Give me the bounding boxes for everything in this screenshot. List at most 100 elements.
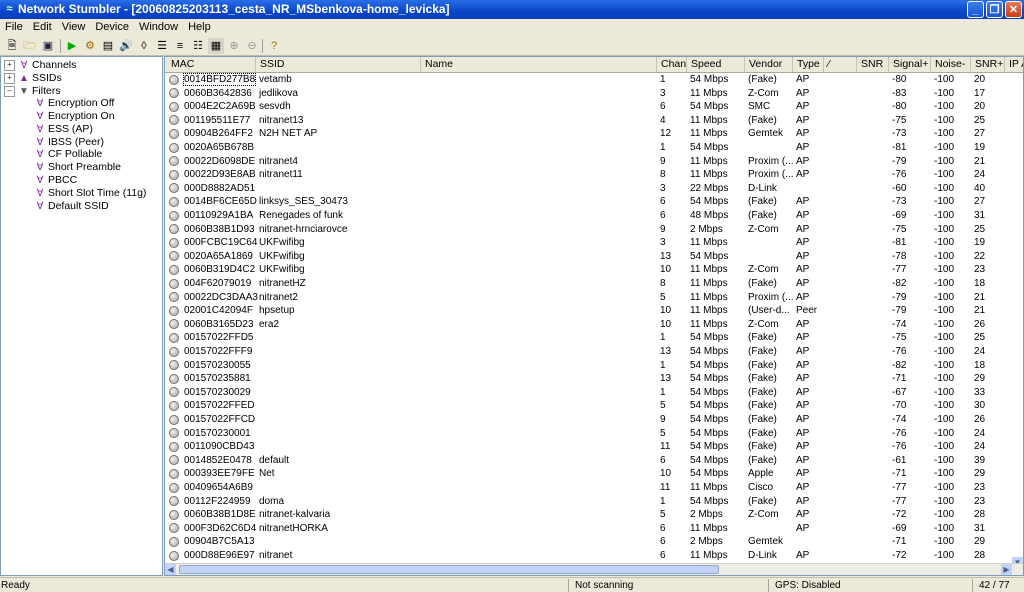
table-row[interactable]: 004F62079019 nitranetHZ 8 11 Mbps (Fake) AP -8… xyxy=(165,277,1023,291)
sound-icon[interactable]: 🔊 xyxy=(118,38,134,54)
table-row[interactable]: 000F3D62C6D4 nitranetHORKA 6 11 Mbps AP -69 -1… xyxy=(165,522,1023,536)
play-icon[interactable]: ▶ xyxy=(64,38,80,54)
table-row[interactable]: 000D8882AD51 3 22 Mbps D-Link -60 -100 40 xyxy=(165,182,1023,196)
table-row[interactable]: 00904B264FF2 N2H NET AP 12 11 Mbps Gemtek AP -… xyxy=(165,127,1023,141)
column-header-ipaddr[interactable]: IP Addr xyxy=(1005,57,1023,72)
column-header-noise[interactable]: Noise- xyxy=(931,57,971,72)
open-folder-icon[interactable]: 🗁 xyxy=(22,38,38,54)
column-header-vendor[interactable]: Vendor xyxy=(745,57,793,72)
table-row[interactable]: 0014852E0478 default 6 54 Mbps (Fake) AP -61 -1… xyxy=(165,454,1023,468)
table-row[interactable]: 00157022FFCD 9 54 Mbps (Fake) AP -74 -100 26 xyxy=(165,413,1023,427)
zoom-in-icon[interactable]: ⊕ xyxy=(226,38,242,54)
table-row[interactable]: 00022D93E8AB nitranet11 8 11 Mbps Proxim (..… xyxy=(165,168,1023,182)
table-row[interactable]: 0014BF6CE65D linksys_SES_30473 6 54 Mbps (Fa… xyxy=(165,195,1023,209)
table-row[interactable]: 00112F224959 doma 1 54 Mbps (Fake) AP -77 -100 2… xyxy=(165,495,1023,509)
table-row[interactable]: 001570230055 1 54 Mbps (Fake) AP -82 -100 18 xyxy=(165,359,1023,373)
table-row[interactable]: 00110929A1BA Renegades of funk 6 48 Mbps (Fa… xyxy=(165,209,1023,223)
scroll-left-arrow-icon[interactable]: ◀ xyxy=(165,564,176,575)
minimize-button[interactable]: _ xyxy=(967,1,984,18)
table-row[interactable]: 000393EE79FE Net 10 54 Mbps Apple AP -71 -100 29 xyxy=(165,467,1023,481)
table-row[interactable]: 00157022FFD5 1 54 Mbps (Fake) AP -75 -100 25 xyxy=(165,331,1023,345)
tree-expand-icon[interactable]: ≡ xyxy=(172,38,188,54)
column-header-mac[interactable]: MAC xyxy=(165,57,256,72)
tree-node-ssids[interactable]: + ▲ SSIDs xyxy=(4,72,62,85)
column-header-signal[interactable]: Signal+ xyxy=(889,57,931,72)
cell-ssid: era2 xyxy=(259,318,280,330)
menu-edit[interactable]: Edit xyxy=(28,19,57,36)
list-view-icon[interactable]: ☷ xyxy=(190,38,206,54)
cell-type: AP xyxy=(796,522,810,534)
table-row[interactable]: 02001C42094F hpsetup 10 11 Mbps (User-d... Pe… xyxy=(165,304,1023,318)
column-header-speed[interactable]: Speed xyxy=(687,57,745,72)
column-header-chan[interactable]: Chan xyxy=(657,57,687,72)
antenna-icon: ∀ xyxy=(36,124,44,135)
auto-config-icon[interactable]: ⚙ xyxy=(82,38,98,54)
filter-short-slot-time[interactable]: ∀ Short Slot Time (11g) xyxy=(34,187,147,200)
table-row[interactable]: 00022D6098DE nitranet4 9 11 Mbps Proxim (...… xyxy=(165,155,1023,169)
list-header: MAC SSID Name Chan Speed Vendor Type ⁄ SNR Signal… xyxy=(165,57,1023,73)
cell-chan: 13 xyxy=(660,250,672,262)
table-row[interactable]: 0020A65A1869 UKFwifibg 13 54 Mbps AP -78 -100 2… xyxy=(165,250,1023,264)
tree-node-channels[interactable]: + ∀ Channels xyxy=(4,59,76,72)
table-row[interactable]: 0060B3642836 jedlikova 3 11 Mbps Z-Com AP -83 -… xyxy=(165,87,1023,101)
table-row[interactable]: 0004E2C2A69B sesvdh 6 54 Mbps SMC AP -80 -100 20 xyxy=(165,100,1023,114)
new-file-icon[interactable]: 🗎 xyxy=(4,38,20,54)
restore-button[interactable]: ❐ xyxy=(986,1,1003,18)
zoom-out-icon[interactable]: ⊖ xyxy=(244,38,260,54)
menu-window[interactable]: Window xyxy=(134,19,183,36)
menu-help[interactable]: Help xyxy=(183,19,216,36)
table-row[interactable]: 0011090CBD43 11 54 Mbps (Fake) AP -76 -100 24 xyxy=(165,440,1023,454)
filter-encryption-on[interactable]: ∀ Encryption On xyxy=(34,110,115,123)
table-row[interactable]: 001195511E77 nitranet13 4 11 Mbps (Fake) AP -7… xyxy=(165,114,1023,128)
table-row[interactable]: 00409654A6B9 11 11 Mbps Cisco AP -77 -100 23 xyxy=(165,481,1023,495)
table-row[interactable]: 00904B7C5A13 6 2 Mbps Gemtek -71 -100 29 xyxy=(165,535,1023,549)
table-row[interactable]: 000FCBC19C64 UKFwifibg 3 11 Mbps AP -81 -100 19 xyxy=(165,236,1023,250)
table-row[interactable]: 0060B319D4C2 UKFwifibg 10 11 Mbps Z-Com AP -77… xyxy=(165,263,1023,277)
table-row[interactable]: 00022DC3DAA3 nitranet2 5 11 Mbps Proxim (...… xyxy=(165,291,1023,305)
table-row[interactable]: 001570230001 5 54 Mbps (Fake) AP -76 -100 24 xyxy=(165,427,1023,441)
filter-default-ssid[interactable]: ∀ Default SSID xyxy=(34,200,109,213)
column-header-snr[interactable]: SNR xyxy=(857,57,889,72)
table-row[interactable]: 0060B3165D23 era2 10 11 Mbps Z-Com AP -74 -100 2… xyxy=(165,318,1023,332)
horizontal-scrollbar[interactable]: ◀ ▶ xyxy=(165,563,1023,575)
tree-view-icon[interactable]: ☰ xyxy=(154,38,170,54)
table-row[interactable]: 0020A65B678B 1 54 Mbps AP -81 -100 19 xyxy=(165,141,1023,155)
help-icon[interactable]: ? xyxy=(266,38,282,54)
filter-ess-ap[interactable]: ∀ ESS (AP) xyxy=(34,123,93,136)
scroll-right-arrow-icon[interactable]: ▶ xyxy=(1001,564,1012,575)
save-icon[interactable]: ▣ xyxy=(40,38,56,54)
table-row[interactable]: 000D88E96E97 nitranet 6 11 Mbps D-Link AP -72 -… xyxy=(165,549,1023,563)
menu-device[interactable]: Device xyxy=(90,19,134,36)
table-row[interactable]: 00157022FFF9 13 54 Mbps (Fake) AP -76 -100 24 xyxy=(165,345,1023,359)
collapse-minus-icon[interactable]: – xyxy=(4,85,15,97)
scan-options-icon[interactable]: ▤ xyxy=(100,38,116,54)
signal-status-icon xyxy=(169,101,179,112)
column-header-ssid[interactable]: SSID xyxy=(256,57,421,72)
cell-chan: 11 xyxy=(660,482,671,493)
cell-snrplus: 25 xyxy=(974,223,986,235)
filter-short-preamble[interactable]: ∀ Short Preamble xyxy=(34,161,121,174)
expand-plus-icon[interactable]: + xyxy=(4,59,15,71)
expand-plus-icon[interactable]: + xyxy=(4,72,15,84)
filter-cf-pollable[interactable]: ∀ CF Pollable xyxy=(34,148,103,161)
table-row[interactable]: 00157022FFED 5 54 Mbps (Fake) AP -70 -100 30 xyxy=(165,399,1023,413)
column-header-sort[interactable]: ⁄ xyxy=(824,57,857,72)
grid-view-icon[interactable]: ▦ xyxy=(208,38,224,54)
table-row[interactable]: 0060B38B1D8E nitranet-kalvaria 5 2 Mbps Z-Co… xyxy=(165,508,1023,522)
menu-view[interactable]: View xyxy=(57,19,91,36)
column-header-name[interactable]: Name xyxy=(421,57,657,72)
table-row[interactable]: 001570230029 1 54 Mbps (Fake) AP -67 -100 33 xyxy=(165,386,1023,400)
filter-encryption-off[interactable]: ∀ Encryption Off xyxy=(34,97,115,110)
horizontal-scroll-thumb[interactable] xyxy=(179,565,719,574)
table-row[interactable]: 0014BFD277B8 vetamb 1 54 Mbps (Fake) AP -80 -10… xyxy=(165,73,1023,87)
table-row[interactable]: 001570235881 13 54 Mbps (Fake) AP -71 -100 29 xyxy=(165,372,1023,386)
column-header-type[interactable]: Type xyxy=(793,57,824,72)
network-stumbler-app-icon[interactable]: ≈ xyxy=(3,3,16,16)
close-button[interactable]: ✕ xyxy=(1005,1,1022,18)
filter-pbcc[interactable]: ∀ PBCC xyxy=(34,174,78,187)
sound-off-icon[interactable]: ◊ xyxy=(136,38,152,54)
table-row[interactable]: 0060B38B1D93 nitranet-hrnciarovce 9 2 Mbps Z… xyxy=(165,223,1023,237)
vertical-scrollbar[interactable]: ▼ xyxy=(1012,73,1023,567)
column-header-snrplus[interactable]: SNR+ xyxy=(971,57,1005,72)
menu-file[interactable]: File xyxy=(0,19,28,36)
